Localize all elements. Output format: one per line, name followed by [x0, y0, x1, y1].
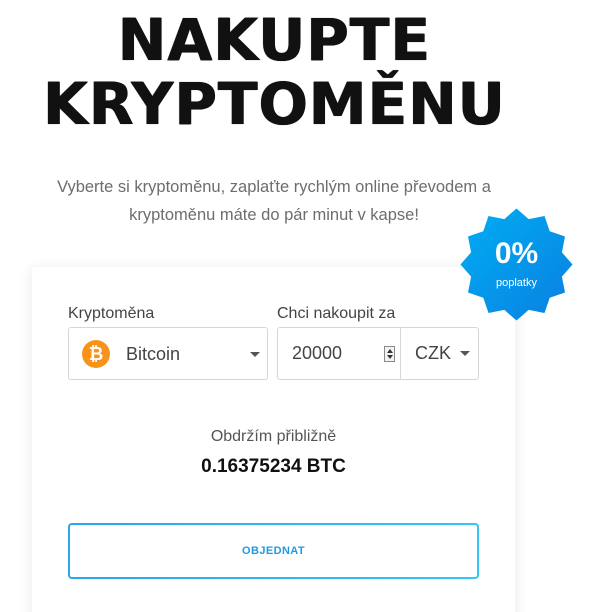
page: NAKUPTE KRYPTOMĚNU Vyberte si kryptoměnu…	[0, 0, 596, 612]
currency-select-value: CZK	[415, 343, 451, 363]
receive-value: 0.16375234 BTC	[201, 456, 346, 477]
page-title-line-2: KRYPTOMĚNU	[42, 70, 506, 138]
purchase-form-card: Kryptoměna Chci nakoupit za ₿ Bitcoin CZ…	[32, 267, 515, 612]
crypto-select[interactable]: ₿ Bitcoin	[68, 327, 268, 380]
badge-percent: 0%	[494, 237, 539, 270]
page-title: NAKUPTE KRYPTOMĚNU	[0, 8, 548, 136]
subtitle-line-1: Vyberte si kryptoměnu, zaplaťte rychlým …	[57, 178, 491, 196]
crypto-label: Kryptoměna	[68, 305, 155, 322]
order-button[interactable]: OBJEDNAT	[70, 525, 477, 577]
order-button-frame[interactable]: OBJEDNAT	[68, 523, 479, 579]
page-title-line-1: NAKUPTE	[117, 6, 431, 74]
currency-select[interactable]: CZK	[401, 328, 478, 379]
amount-input[interactable]	[278, 328, 400, 379]
chevron-down-icon	[250, 352, 260, 357]
zero-fee-badge: 0% poplatky	[459, 207, 574, 322]
receive-label: Obdržím přibližně	[210, 428, 337, 445]
badge-label: poplatky	[496, 277, 537, 289]
chevron-down-icon	[460, 351, 470, 356]
stepper-down-icon[interactable]	[387, 355, 393, 359]
bitcoin-icon: ₿	[82, 340, 110, 368]
amount-group: CZK	[277, 327, 479, 380]
stepper-up-icon[interactable]	[387, 349, 393, 353]
crypto-select-value: Bitcoin	[126, 344, 181, 364]
amount-stepper[interactable]	[384, 346, 395, 362]
amount-label: Chci nakoupit za	[277, 305, 396, 322]
